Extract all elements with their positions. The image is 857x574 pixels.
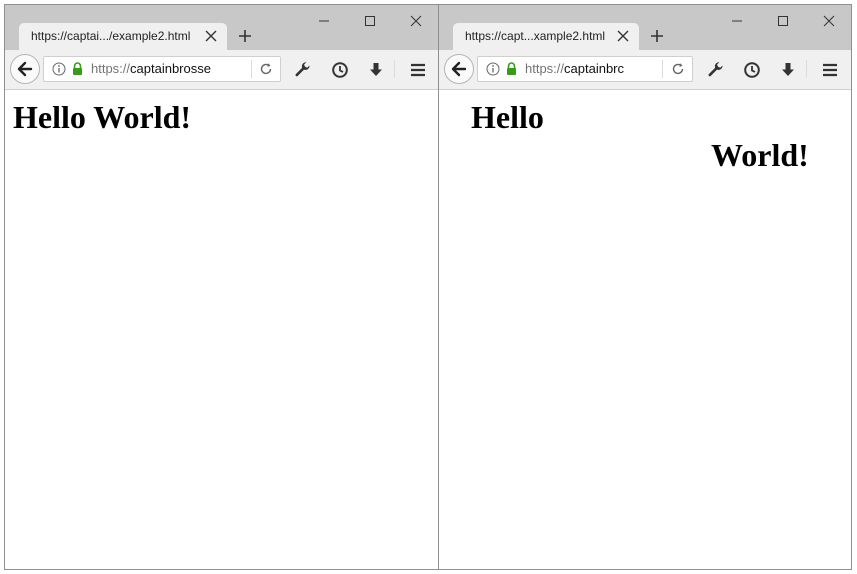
url-scheme: https:// xyxy=(525,61,565,76)
maximize-icon[interactable] xyxy=(773,13,793,29)
reload-icon[interactable] xyxy=(671,62,685,76)
minimize-icon[interactable] xyxy=(314,13,334,29)
url-scheme: https:// xyxy=(91,61,131,76)
minimize-icon[interactable] xyxy=(727,13,747,29)
maximize-icon[interactable] xyxy=(360,13,380,29)
lock-icon[interactable] xyxy=(72,62,83,76)
url-divider xyxy=(251,60,252,78)
url-text[interactable]: https://captainbrc xyxy=(525,61,633,76)
download-arrow-icon[interactable] xyxy=(367,61,385,79)
browser-window-right: https://capt...xample2.html https://capt… xyxy=(438,4,852,570)
nav-toolbar: https://captainbrosse xyxy=(5,50,438,90)
close-icon[interactable] xyxy=(205,30,217,42)
url-text[interactable]: https://captainbrosse xyxy=(91,61,241,76)
info-icon[interactable] xyxy=(486,62,500,76)
page-content: Hello World! xyxy=(5,90,438,569)
close-window-icon[interactable] xyxy=(819,13,839,29)
tab-active[interactable]: https://capt...xample2.html xyxy=(453,23,639,50)
toolbar-divider xyxy=(806,60,807,78)
page-heading-part1: Hello xyxy=(471,99,544,135)
url-bar[interactable]: https://captainbrosse xyxy=(43,56,281,82)
back-button[interactable] xyxy=(10,54,40,84)
title-bar: https://capt...xample2.html xyxy=(439,5,851,50)
tab-title: https://captai.../example2.html xyxy=(31,29,191,43)
page-heading-part2: World! xyxy=(711,137,809,173)
page-content: Hello World! xyxy=(439,90,851,569)
plus-icon[interactable] xyxy=(236,27,254,45)
arrow-left-icon xyxy=(17,61,33,77)
info-icon[interactable] xyxy=(52,62,66,76)
back-button[interactable] xyxy=(444,54,474,84)
close-icon[interactable] xyxy=(617,30,629,42)
wrench-icon[interactable] xyxy=(707,61,725,79)
hamburger-icon[interactable] xyxy=(821,61,839,79)
clock-icon[interactable] xyxy=(331,61,349,79)
arrow-left-icon xyxy=(451,61,467,77)
nav-toolbar: https://captainbrc xyxy=(439,50,851,90)
url-divider xyxy=(662,60,663,78)
page-heading: Hello World! xyxy=(13,99,192,135)
browser-window-left: https://captai.../example2.html https://… xyxy=(4,4,439,570)
url-host: captainbrc xyxy=(564,61,625,76)
wrench-icon[interactable] xyxy=(294,61,312,79)
title-bar: https://captai.../example2.html xyxy=(5,5,438,50)
hamburger-icon[interactable] xyxy=(409,61,427,79)
lock-icon[interactable] xyxy=(506,62,517,76)
tab-title: https://capt...xample2.html xyxy=(465,29,606,43)
tab-active[interactable]: https://captai.../example2.html xyxy=(19,23,227,50)
clock-icon[interactable] xyxy=(743,61,761,79)
toolbar-divider xyxy=(394,60,395,78)
download-arrow-icon[interactable] xyxy=(779,61,797,79)
reload-icon[interactable] xyxy=(259,62,273,76)
url-host: captainbrosse xyxy=(130,61,211,76)
plus-icon[interactable] xyxy=(648,27,666,45)
url-bar[interactable]: https://captainbrc xyxy=(477,56,693,82)
close-window-icon[interactable] xyxy=(406,13,426,29)
